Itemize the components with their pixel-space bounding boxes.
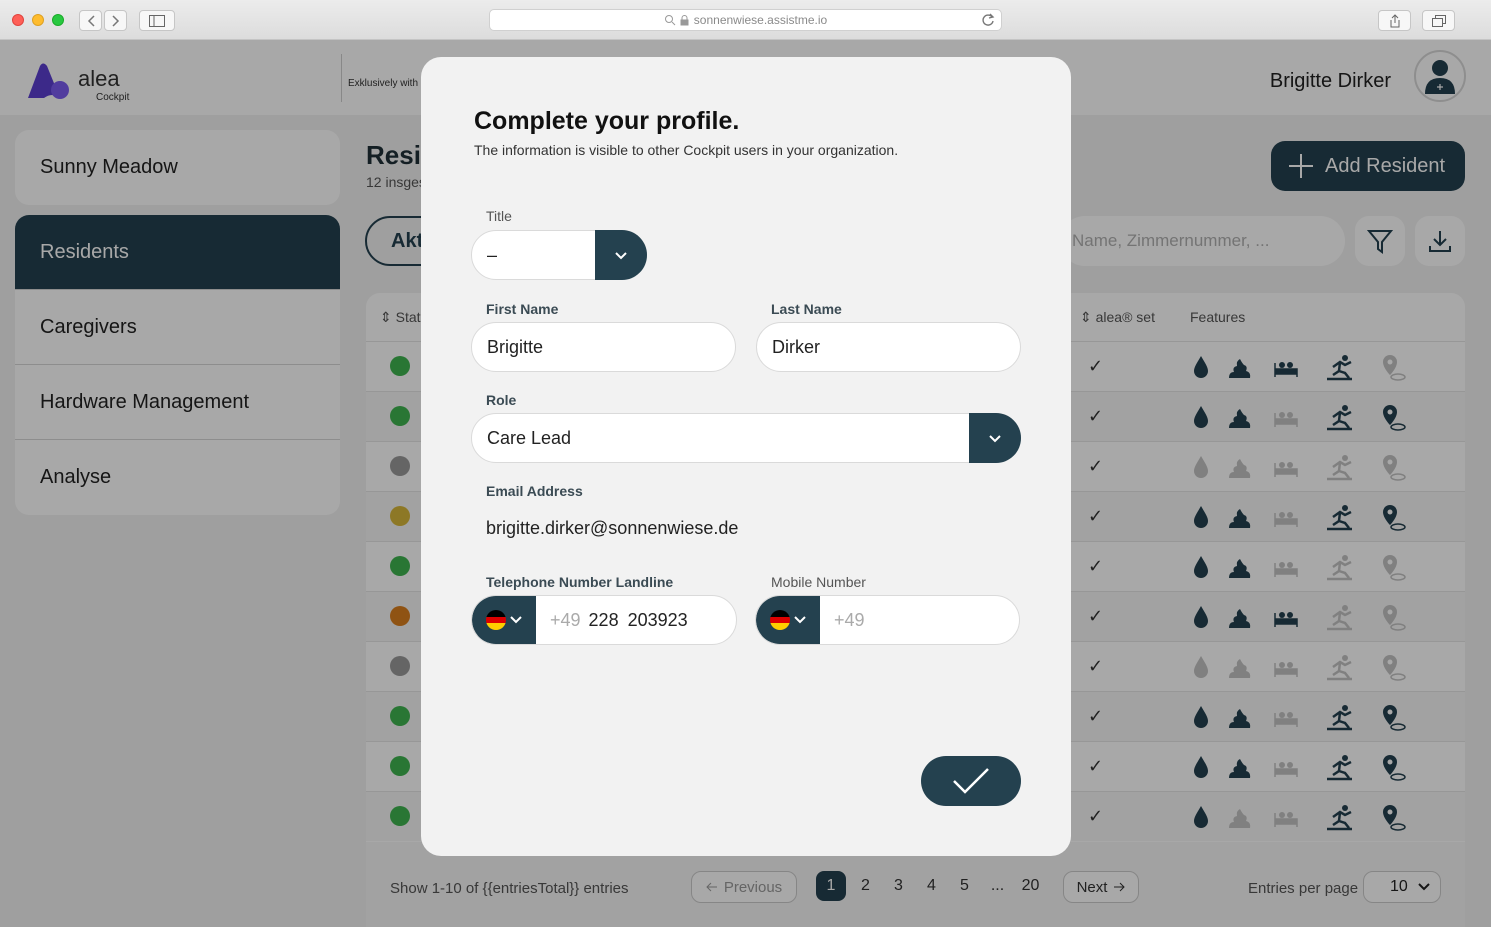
confirm-button[interactable] — [921, 756, 1021, 806]
title-select[interactable]: – — [471, 230, 647, 280]
role-label: Role — [486, 392, 517, 408]
landline-label: Telephone Number Landline — [486, 574, 674, 590]
landline-number: 228 203923 — [588, 609, 688, 630]
first-name-label: First Name — [486, 301, 559, 317]
title-value: – — [487, 244, 498, 265]
share-button[interactable] — [1378, 10, 1411, 31]
address-bar[interactable]: sonnenwiese.assistme.io — [489, 9, 1002, 31]
checkmark-icon — [953, 768, 989, 794]
mobile-field[interactable]: +49 — [755, 595, 1020, 645]
sidebar-icon — [149, 14, 165, 27]
title-dropdown-button[interactable] — [595, 230, 647, 280]
lock-icon — [680, 14, 689, 25]
reload-icon[interactable] — [981, 12, 995, 28]
germany-flag-icon — [770, 610, 790, 630]
share-icon — [1390, 13, 1399, 27]
sidebar-toggle-button[interactable] — [139, 10, 175, 31]
mobile-label: Mobile Number — [771, 574, 866, 590]
minimize-window-button[interactable] — [32, 14, 44, 26]
forward-button[interactable] — [104, 10, 127, 31]
germany-flag-icon — [486, 610, 506, 630]
title-label: Title — [486, 208, 512, 224]
search-icon — [664, 15, 676, 26]
zoom-window-button[interactable] — [52, 14, 64, 26]
chevron-right-icon — [111, 14, 119, 27]
landline-country-code: +49 — [550, 609, 581, 630]
url-text: sonnenwiese.assistme.io — [693, 13, 828, 27]
chevron-down-icon — [794, 616, 806, 624]
modal-title: Complete your profile. — [474, 107, 740, 135]
first-name-value: Brigitte — [487, 336, 544, 357]
mobile-country-code: +49 — [834, 609, 865, 630]
last-name-label: Last Name — [771, 301, 842, 317]
modal-subtitle: The information is visible to other Cock… — [474, 142, 899, 158]
chevron-down-icon — [615, 251, 627, 259]
role-dropdown-button[interactable] — [969, 413, 1021, 463]
browser-toolbar: sonnenwiese.assistme.io — [0, 0, 1491, 40]
chevron-down-icon — [510, 616, 522, 624]
tabs-icon — [1431, 14, 1446, 27]
landline-country-select[interactable] — [472, 596, 536, 644]
landline-field[interactable]: +49 228 203923 — [471, 595, 737, 645]
role-value: Care Lead — [487, 427, 572, 448]
close-window-button[interactable] — [12, 14, 24, 26]
role-select[interactable]: Care Lead — [471, 413, 1021, 463]
back-button[interactable] — [79, 10, 102, 31]
profile-modal: Complete your profile. The information i… — [421, 57, 1071, 856]
mobile-country-select[interactable] — [756, 596, 820, 644]
last-name-field[interactable]: Dirker — [756, 322, 1021, 372]
email-label: Email Address — [486, 483, 583, 499]
last-name-value: Dirker — [772, 336, 820, 357]
first-name-field[interactable]: Brigitte — [471, 322, 736, 372]
chevron-down-icon — [989, 434, 1001, 442]
tabs-overview-button[interactable] — [1422, 10, 1455, 31]
email-value: brigitte.dirker@sonnenwiese.de — [486, 518, 739, 538]
chevron-left-icon — [87, 14, 95, 27]
